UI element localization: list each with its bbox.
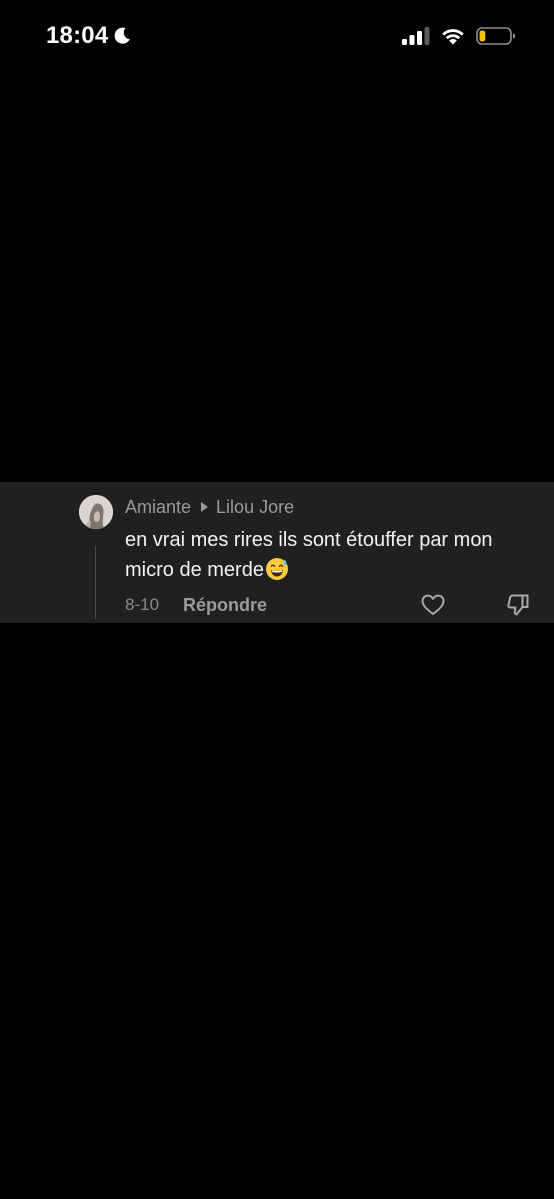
grinning-sweat-emoji-icon <box>265 557 289 590</box>
comment-footer: 8-10 Répondre <box>125 592 535 618</box>
comment-date: 8-10 <box>125 595 160 614</box>
comment-body: Amiante Lilou Jore en vrai mes rires ils… <box>125 495 545 590</box>
reply-to-user[interactable]: Lilou Jore <box>216 495 294 519</box>
comment-header: Amiante Lilou Jore <box>125 495 545 519</box>
status-bar: 18:04 <box>0 0 554 72</box>
status-indicators <box>402 26 516 51</box>
heart-outline-icon[interactable] <box>420 592 446 618</box>
wifi-icon <box>440 26 466 51</box>
thread-line <box>95 546 96 619</box>
comment-author[interactable]: Amiante <box>125 495 191 519</box>
moon-icon <box>112 26 132 46</box>
battery-low-icon <box>476 26 516 51</box>
comment-text-content: en vrai mes rires ils sont étouffer par … <box>125 529 493 581</box>
reply-arrow-icon <box>200 495 209 519</box>
avatar[interactable] <box>79 495 113 529</box>
thumbs-down-outline-icon[interactable] <box>505 592 531 618</box>
cellular-signal-icon <box>402 26 430 51</box>
status-time-group: 18:04 <box>46 20 132 52</box>
comment-text: en vrai mes rires ils sont étouffer par … <box>125 525 545 590</box>
reply-button[interactable]: Répondre <box>183 592 267 618</box>
status-time: 18:04 <box>46 22 109 49</box>
comment-card: Amiante Lilou Jore en vrai mes rires ils… <box>0 482 554 623</box>
